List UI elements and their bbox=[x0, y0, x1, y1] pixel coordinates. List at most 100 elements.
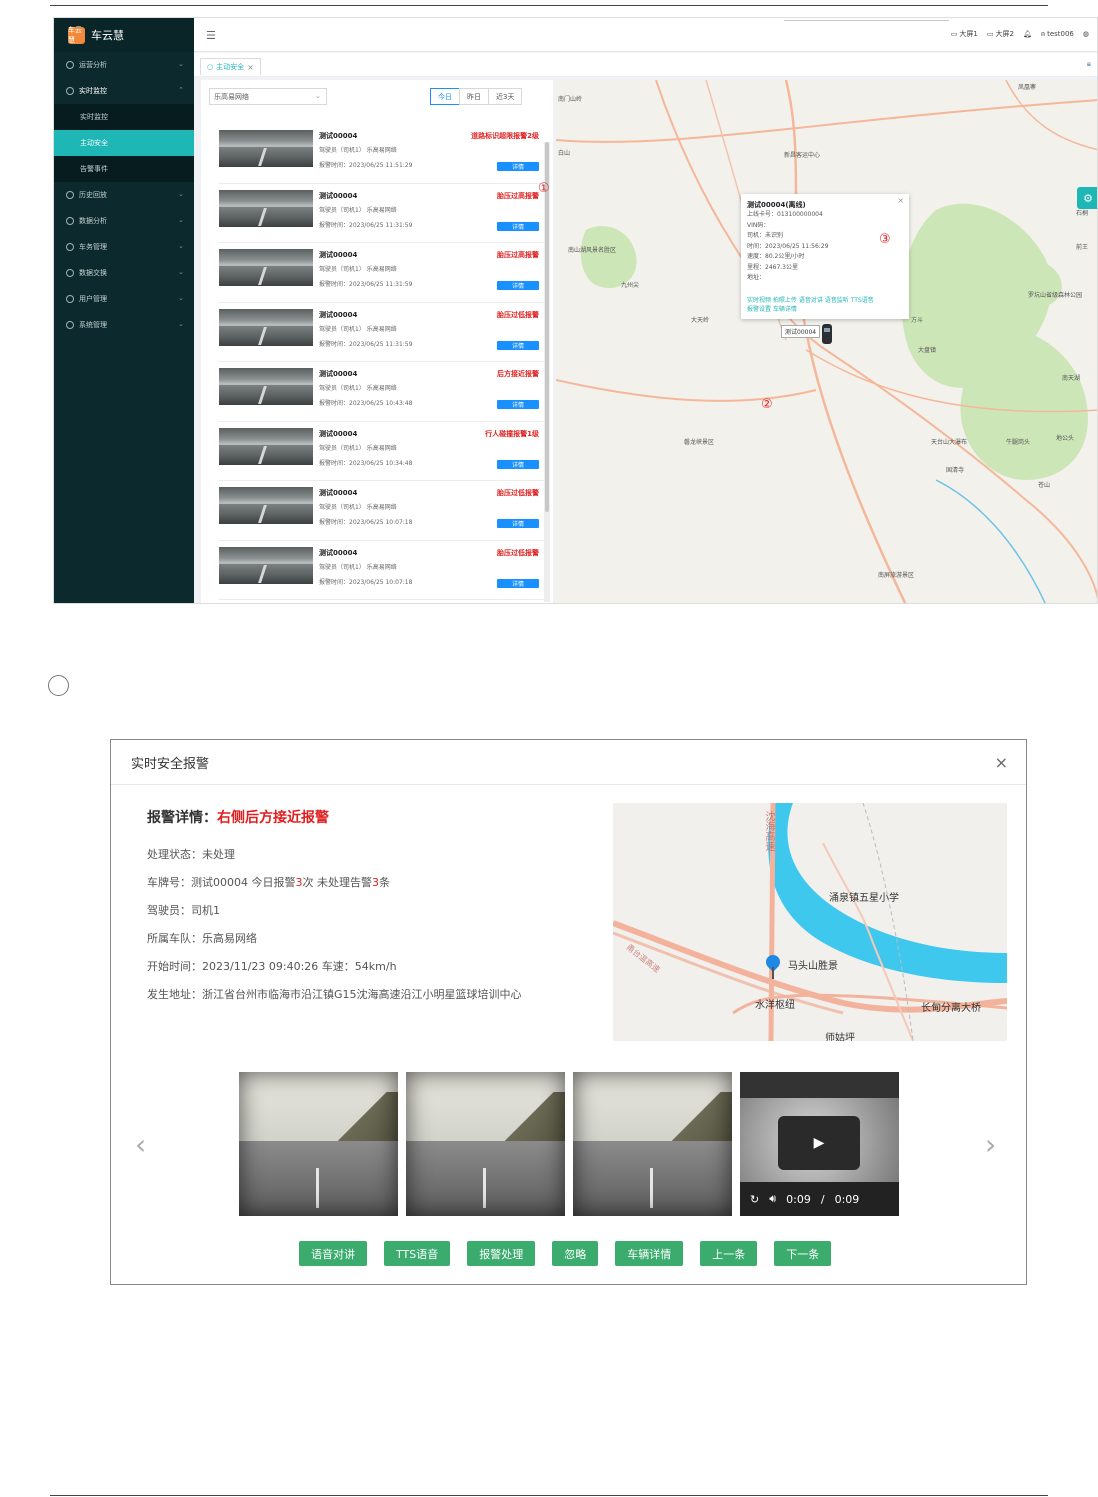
replay-icon[interactable]: ↻ bbox=[750, 1193, 759, 1206]
alarm-card[interactable]: 测试00004 驾驶员（司机1） 乐高易网络 报警时间：2023/06/25 11:… bbox=[219, 184, 545, 243]
ignore-button[interactable]: 忽略 bbox=[552, 1241, 599, 1266]
submenu-item-active-safety[interactable]: 主动安全 bbox=[54, 130, 194, 156]
vehicle-icon[interactable] bbox=[822, 324, 832, 344]
alarm-thumbnail[interactable] bbox=[219, 546, 313, 584]
map-label: 国清寺 bbox=[946, 467, 965, 474]
big-screen-2-button[interactable]: ▭ 大屏2 bbox=[987, 29, 1014, 39]
alarm-driver: 驾驶员（司机1） 乐高易网络 bbox=[319, 504, 397, 511]
close-icon[interactable]: × bbox=[995, 753, 1008, 772]
range-tab-yesterday[interactable]: 昨日 bbox=[459, 88, 489, 105]
sidebar-item-operation-analysis[interactable]: 运营分析 ⌄ bbox=[54, 52, 194, 78]
previous-button[interactable]: 上一条 bbox=[700, 1241, 758, 1266]
range-tab-3days[interactable]: 近3天 bbox=[488, 88, 523, 105]
sidebar-item-history-playback[interactable]: 历史回放 ⌄ bbox=[54, 182, 194, 208]
popup-links-row-1[interactable]: 实时视频 拍照上传 语音对讲 语音监听 TTS语音 bbox=[747, 296, 874, 305]
submenu-item-realtime-monitor[interactable]: 实时监控 bbox=[54, 104, 194, 130]
tab-active-safety[interactable]: ○ 主动安全 × bbox=[200, 58, 261, 75]
carousel-next-icon[interactable]: › bbox=[985, 1128, 996, 1161]
alarm-photo-1[interactable] bbox=[239, 1072, 398, 1216]
video-current-time: 0:09 bbox=[786, 1192, 811, 1206]
sidebar-item-vehicle-management[interactable]: 车务管理 ⌄ bbox=[54, 234, 194, 260]
close-icon[interactable]: × bbox=[897, 196, 904, 205]
alarm-detail-button[interactable]: 详情 bbox=[497, 340, 539, 350]
next-button[interactable]: 下一条 bbox=[774, 1241, 832, 1266]
alarm-video-player[interactable]: ▶ ↻ 🔊︎ 0:09 / 0:09 bbox=[740, 1072, 899, 1216]
alarm-detail-button[interactable]: 详情 bbox=[497, 519, 539, 528]
alarm-thumbnail[interactable] bbox=[219, 308, 313, 346]
alarm-card[interactable]: 测试00004 驾驶员（司机1） 乐高易网络 报警时间：2023/06/25 10:… bbox=[219, 362, 545, 422]
vehicle-details-button[interactable]: 车辆详情 bbox=[615, 1241, 684, 1266]
lock-icon[interactable]: 🔒︎ bbox=[1087, 59, 1091, 69]
map-panel[interactable]: 南门山岭 白山 新昌客运中心 南山湖风景名胜区 九州尖 大天岭 大盘镇 石桐 磐龙峡景区 天台山大… bbox=[556, 80, 1097, 603]
alarm-card[interactable]: 测试00004 驾驶员（司机1） 乐高易网络 报警时间：2023/06/25 10:… bbox=[219, 541, 545, 600]
sidebar-item-data-exchange[interactable]: 数据交换 ⌄ bbox=[54, 260, 194, 286]
sidebar-item-realtime-monitor[interactable]: 实时监控 ⌃ bbox=[54, 78, 194, 104]
fleet-select[interactable]: 乐高易网络 ⌄ bbox=[209, 88, 327, 105]
header-search-input[interactable] bbox=[784, 18, 949, 21]
bell-icon[interactable]: 🔔︎ bbox=[1023, 30, 1032, 38]
alarm-photo-2[interactable] bbox=[406, 1072, 565, 1216]
big-screen-1-button[interactable]: ▭ 大屏1 bbox=[951, 29, 978, 39]
popup-links-row-2[interactable]: 报警设置 车辆详情 bbox=[747, 305, 874, 314]
carousel-prev-icon[interactable]: ‹ bbox=[135, 1128, 146, 1161]
alarm-card[interactable]: 测试00004 驾驶员（司机1） 乐高易网络 报警时间：2023/06/25 10:… bbox=[219, 422, 545, 481]
map-label: 磐龙峡景区 bbox=[684, 439, 715, 446]
alarm-detail-button[interactable]: 详情 bbox=[497, 400, 539, 409]
chevron-down-icon: ⌄ bbox=[178, 268, 184, 276]
alarm-photo-3[interactable] bbox=[573, 1072, 732, 1216]
alarm-detail-button[interactable]: 详情 bbox=[497, 162, 539, 171]
play-icon[interactable]: ▶ bbox=[778, 1116, 860, 1170]
user-menu[interactable]: ⍝ test006 bbox=[1041, 30, 1074, 39]
popup-line: VIN码： bbox=[747, 221, 770, 229]
submenu-item-alarm-events[interactable]: 告警事件 bbox=[54, 156, 194, 182]
alarm-time: 报警时间：2023/06/25 11:31:59 bbox=[319, 340, 413, 348]
alarm-card[interactable]: 测试00004 驾驶员（司机1） 乐高易网络报警时间：2023/06/25 11:… bbox=[219, 303, 545, 362]
settings-gear-icon[interactable]: ⚙ bbox=[1077, 187, 1097, 209]
map-label: 水洋枢纽 bbox=[755, 1000, 795, 1011]
alarm-card[interactable]: 测试00004 驾驶员（司机1） 乐高易网络 报警时间：2023/06/25 10:… bbox=[219, 481, 545, 541]
alarm-driver: 驾驶员（司机1） 乐高易网络 bbox=[319, 563, 397, 571]
scrollbar[interactable] bbox=[544, 142, 550, 602]
refresh-icon: ○ bbox=[207, 63, 214, 71]
handle-alarm-button[interactable]: 报警处理 bbox=[467, 1241, 536, 1266]
alarm-detail-button[interactable]: 详情 bbox=[497, 221, 539, 231]
menu-toggle-icon[interactable]: ☰ bbox=[206, 29, 216, 42]
alarm-driver: 驾驶员（司机1） 乐高易网络 bbox=[319, 325, 397, 333]
alarm-thumbnail[interactable] bbox=[219, 368, 313, 405]
chevron-down-icon: ⌄ bbox=[315, 92, 321, 100]
sidebar-item-user-management[interactable]: 用户管理 ⌄ bbox=[54, 286, 194, 312]
brand[interactable]: 车云慧 车云慧 bbox=[54, 18, 194, 52]
user-icon: ⍝ bbox=[1040, 29, 1046, 38]
alarm-thumbnail[interactable] bbox=[219, 189, 313, 227]
alarm-detail-button[interactable]: 详情 bbox=[497, 578, 539, 588]
alarm-plate: 测试00004 bbox=[319, 310, 358, 319]
chevron-down-icon: ⌄ bbox=[178, 216, 184, 224]
fleet-row: 所属车队：乐高易网络 bbox=[147, 932, 257, 945]
alarm-time: 报警时间：2023/06/25 10:07:18 bbox=[319, 519, 413, 526]
alarm-thumbnail[interactable] bbox=[219, 130, 313, 167]
sidebar-item-data-analysis[interactable]: 数据分析 ⌄ bbox=[54, 208, 194, 234]
tts-voice-button[interactable]: TTS语音 bbox=[384, 1241, 451, 1266]
alarm-thumbnail[interactable] bbox=[219, 427, 313, 465]
alarm-location-map[interactable]: 沈海高速 涌泉镇五星小学 马头山胜景 水洋枢纽 长甸分离大桥 师姑坪 甬台温高速 bbox=[613, 803, 1007, 1041]
range-tab-today[interactable]: 今日 bbox=[430, 88, 460, 105]
popup-action-links[interactable]: 实时视频 拍照上传 语音对讲 语音监听 TTS语音 报警设置 车辆详情 bbox=[747, 296, 874, 314]
alarm-thumbnail[interactable] bbox=[219, 249, 313, 286]
globe-icon[interactable]: ◍ bbox=[1083, 30, 1089, 38]
voice-talk-button[interactable]: 语音对讲 bbox=[299, 1241, 367, 1266]
vehicle-label[interactable]: 测试00004 bbox=[781, 325, 821, 338]
popup-line: 速度：80.2公里/小时 bbox=[747, 253, 805, 260]
close-icon[interactable]: × bbox=[247, 63, 254, 72]
alarm-card[interactable]: 测试00004 驾驶员（司机1） 乐高易网络 报警时间：2023/06/25 11:… bbox=[219, 124, 545, 184]
alarm-thumbnail[interactable] bbox=[219, 487, 313, 524]
volume-icon[interactable]: 🔊︎ bbox=[769, 1192, 776, 1206]
exchange-icon bbox=[66, 269, 74, 277]
map-label: 沈海高速 bbox=[763, 811, 774, 851]
map-label: 天台山大瀑布 bbox=[931, 439, 968, 446]
sidebar-item-system-management[interactable]: 系统管理 ⌄ bbox=[54, 312, 194, 338]
alarm-detail-button[interactable]: 详情 bbox=[497, 281, 539, 290]
alarm-detail-button[interactable]: 详情 bbox=[497, 459, 539, 469]
alarm-card[interactable]: 测试00004 驾驶员（司机1） 乐高易网络 报警时间：2023/06/25 11:… bbox=[219, 243, 545, 303]
brand-logo: 车云慧 bbox=[68, 26, 85, 44]
scrollbar-thumb[interactable] bbox=[545, 142, 549, 512]
